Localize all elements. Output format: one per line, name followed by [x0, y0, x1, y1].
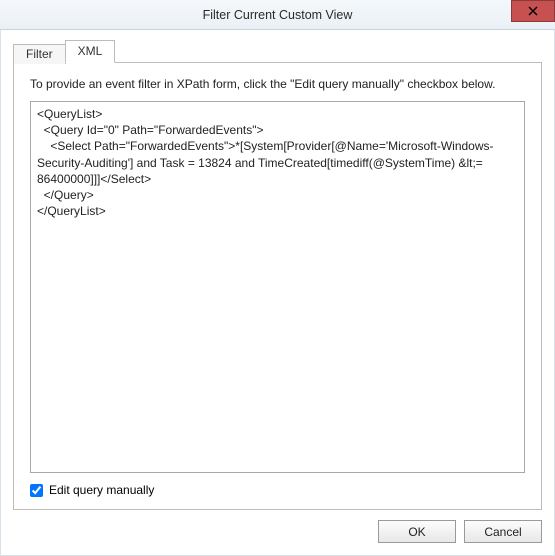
- cancel-button[interactable]: Cancel: [464, 520, 542, 543]
- edit-query-checkbox[interactable]: [30, 484, 43, 497]
- close-button[interactable]: [511, 0, 555, 22]
- tab-panel-xml: To provide an event filter in XPath form…: [13, 62, 542, 510]
- tab-filter[interactable]: Filter: [13, 44, 66, 64]
- button-row: OK Cancel: [13, 520, 542, 543]
- tab-xml[interactable]: XML: [65, 40, 116, 63]
- title-bar: Filter Current Custom View: [0, 0, 555, 30]
- ok-button[interactable]: OK: [378, 520, 456, 543]
- window-title: Filter Current Custom View: [0, 8, 555, 22]
- tab-strip: Filter XML: [13, 40, 542, 62]
- xpath-hint: To provide an event filter in XPath form…: [30, 77, 525, 91]
- edit-query-checkbox-row[interactable]: Edit query manually: [30, 483, 525, 497]
- dialog-body: Filter XML To provide an event filter in…: [0, 30, 555, 556]
- edit-query-label: Edit query manually: [49, 483, 154, 497]
- close-icon: [528, 6, 538, 16]
- query-textarea[interactable]: [30, 101, 525, 473]
